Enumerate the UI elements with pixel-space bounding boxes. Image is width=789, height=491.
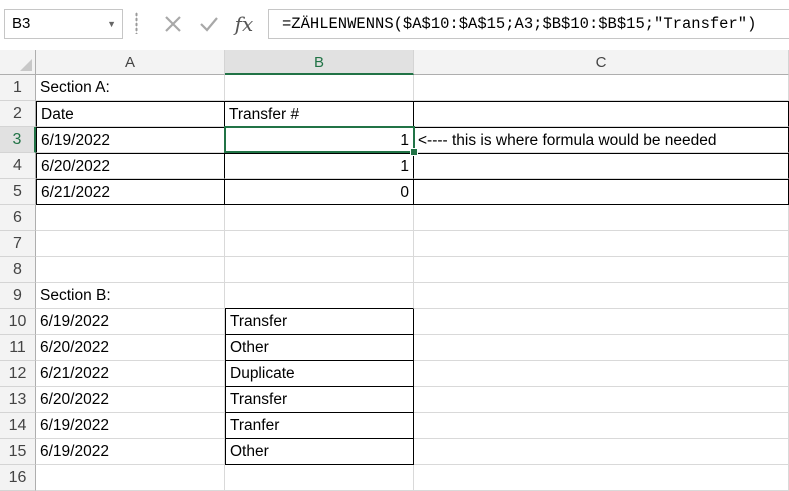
cell-a9[interactable]: Section B: (36, 283, 225, 309)
cell-a7[interactable] (36, 231, 225, 257)
row-header-2[interactable]: 2 (0, 101, 36, 127)
cell-b8[interactable] (225, 257, 414, 283)
cell-c10[interactable] (414, 309, 789, 335)
row-header-9[interactable]: 9 (0, 283, 36, 309)
cell-c5[interactable] (414, 179, 789, 205)
checkmark-icon (200, 17, 218, 32)
close-icon (165, 16, 181, 32)
name-box[interactable]: B3 ▼ (4, 9, 123, 39)
cell-a12[interactable]: 6/21/2022 (36, 361, 225, 387)
cell-c7[interactable] (414, 231, 789, 257)
cell-c16[interactable] (414, 465, 789, 491)
row-header-16[interactable]: 16 (0, 465, 36, 491)
column-header-b[interactable]: B (225, 50, 414, 75)
cell-c2[interactable] (414, 101, 789, 127)
cell-c12[interactable] (414, 361, 789, 387)
row-header-7[interactable]: 7 (0, 231, 36, 257)
row-header-4[interactable]: 4 (0, 153, 36, 179)
cell-b11[interactable]: Other (225, 335, 414, 361)
row-header-14[interactable]: 14 (0, 413, 36, 439)
column-header-c[interactable]: C (414, 50, 789, 75)
cell-b3[interactable]: 1 (225, 127, 414, 153)
cancel-icon[interactable] (160, 11, 186, 37)
cell-c8[interactable] (414, 257, 789, 283)
cell-a10[interactable]: 6/19/2022 (36, 309, 225, 335)
cell-b6[interactable] (225, 205, 414, 231)
cell-c1[interactable] (414, 75, 789, 101)
cell-c11[interactable] (414, 335, 789, 361)
cell-b7[interactable] (225, 231, 414, 257)
cell-c6[interactable] (414, 205, 789, 231)
cell-b10[interactable]: Transfer (225, 309, 414, 335)
cell-b16[interactable] (225, 465, 414, 491)
column-header-a[interactable]: A (36, 50, 225, 75)
row-header-5[interactable]: 5 (0, 179, 36, 205)
formula-bar: B3 ▼ fx =ZÄHLENWENNS($A$10:$A$15;A3;$B$1… (0, 0, 789, 50)
cell-a11[interactable]: 6/20/2022 (36, 335, 225, 361)
cell-b12[interactable]: Duplicate (225, 361, 414, 387)
cell-a14[interactable]: 6/19/2022 (36, 413, 225, 439)
row-header-3[interactable]: 3 (0, 127, 36, 153)
cell-c4[interactable] (414, 153, 789, 179)
function-icon: fx (234, 12, 254, 36)
cell-a8[interactable] (36, 257, 225, 283)
cell-a3[interactable]: 6/19/2022 (36, 127, 225, 153)
select-all-button[interactable] (0, 50, 36, 75)
cell-b2[interactable]: Transfer # (225, 101, 414, 127)
insert-function-button[interactable]: fx (231, 11, 257, 37)
cell-a16[interactable] (36, 465, 225, 491)
cell-c15[interactable] (414, 439, 789, 465)
row-header-1[interactable]: 1 (0, 75, 36, 101)
cell-b14[interactable]: Tranfer (225, 413, 414, 439)
cell-a6[interactable] (36, 205, 225, 231)
cell-c9[interactable] (414, 283, 789, 309)
name-box-value: B3 (12, 15, 31, 32)
row-header-13[interactable]: 13 (0, 387, 36, 413)
cell-a1[interactable]: Section A: (36, 75, 225, 101)
cell-b4[interactable]: 1 (225, 153, 414, 179)
enter-icon[interactable] (196, 11, 222, 37)
cell-a2[interactable]: Date (36, 101, 225, 127)
cell-c3[interactable]: <---- this is where formula would be nee… (414, 127, 789, 153)
drag-handle-icon[interactable] (135, 12, 138, 34)
row-header-10[interactable]: 10 (0, 309, 36, 335)
row-header-11[interactable]: 11 (0, 335, 36, 361)
cell-c13[interactable] (414, 387, 789, 413)
cell-b1[interactable] (225, 75, 414, 101)
cell-a15[interactable]: 6/19/2022 (36, 439, 225, 465)
cell-b9[interactable] (225, 283, 414, 309)
cell-b13[interactable]: Transfer (225, 387, 414, 413)
row-header-15[interactable]: 15 (0, 439, 36, 465)
formula-input[interactable]: =ZÄHLENWENNS($A$10:$A$15;A3;$B$10:$B$15;… (268, 9, 789, 39)
chevron-down-icon[interactable]: ▼ (107, 10, 116, 38)
cell-a13[interactable]: 6/20/2022 (36, 387, 225, 413)
cell-a5[interactable]: 6/21/2022 (36, 179, 225, 205)
row-header-6[interactable]: 6 (0, 205, 36, 231)
cell-b15[interactable]: Other (225, 439, 414, 465)
row-header-12[interactable]: 12 (0, 361, 36, 387)
cell-a4[interactable]: 6/20/2022 (36, 153, 225, 179)
row-header-8[interactable]: 8 (0, 257, 36, 283)
cell-b5[interactable]: 0 (225, 179, 414, 205)
cell-c14[interactable] (414, 413, 789, 439)
